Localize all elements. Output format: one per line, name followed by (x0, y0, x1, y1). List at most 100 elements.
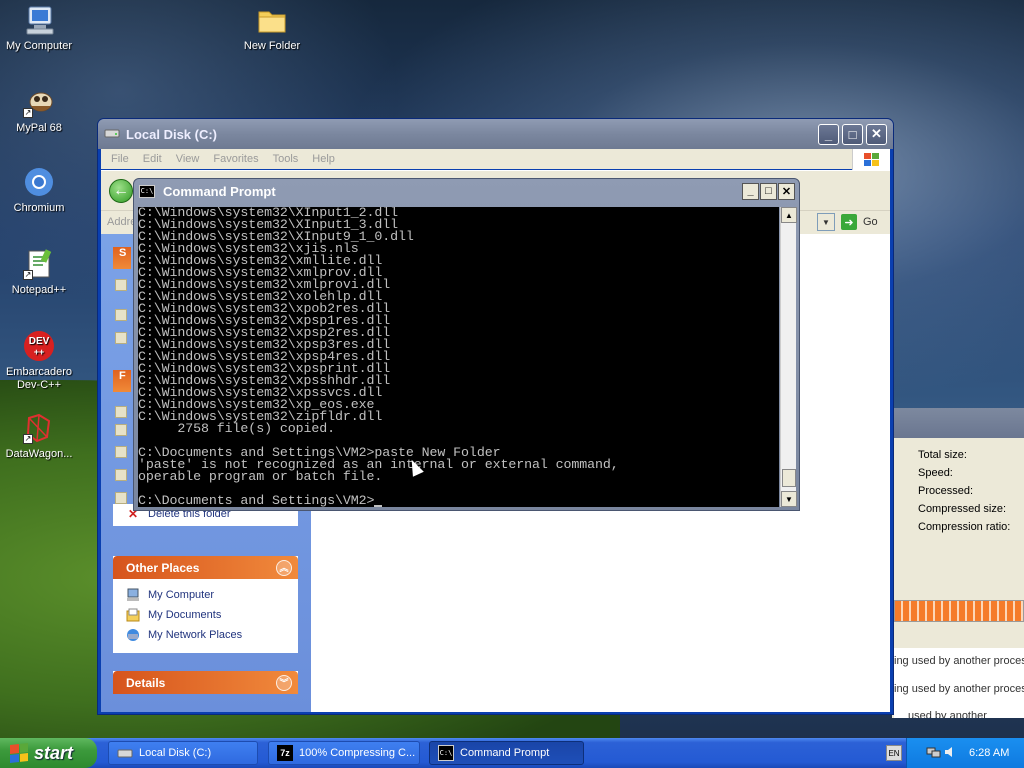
7zip-icon: 7z (277, 745, 293, 761)
task-icon (115, 424, 127, 436)
console-line: 2758 file(s) copied. (138, 421, 335, 436)
cmd-maximize-button[interactable]: □ (760, 182, 777, 200)
drive-icon (117, 745, 133, 761)
desktop-icon-devcpp[interactable]: DEV ++ Embarcadero Dev-C++ (0, 330, 80, 392)
desktop-icon-my-computer[interactable]: My Computer (0, 4, 80, 53)
menu-tools[interactable]: Tools (273, 153, 299, 165)
task-icon (115, 469, 127, 481)
panel-header-partial[interactable]: F (113, 370, 131, 392)
documents-folder-icon (125, 607, 141, 623)
details-panel: Details ︾ (113, 671, 298, 694)
computer-icon (23, 4, 55, 36)
language-indicator[interactable]: EN (886, 745, 902, 761)
task-icon (115, 309, 127, 321)
menu-file[interactable]: File (111, 153, 129, 165)
console-line: C:\Documents and Settings\VM2> (138, 494, 779, 507)
explorer-title: Local Disk (C:) (126, 126, 218, 142)
label-total-size: Total size: (918, 449, 967, 461)
menu-view[interactable]: View (176, 153, 200, 165)
other-places-header[interactable]: Other Places ︽ (113, 556, 298, 579)
label-compression-ratio: Compression ratio: (918, 521, 1011, 533)
svg-text:++: ++ (34, 347, 45, 357)
label-speed: Speed: (918, 467, 953, 479)
panel-header-partial[interactable]: S (113, 247, 131, 269)
task-icon (115, 279, 127, 291)
details-header[interactable]: Details ︾ (113, 671, 298, 694)
text-cursor (374, 505, 383, 507)
notepadpp-icon: ↗ (23, 248, 55, 280)
desktop-icon-mypal[interactable]: ↗ MyPal 68 (0, 86, 80, 135)
cmd-icon: C:\ (139, 184, 155, 198)
log-line: used by another (908, 710, 987, 718)
go-arrow-icon: ➜ (841, 214, 857, 230)
log-line: ing used by another process (894, 683, 1024, 695)
other-places-my-documents[interactable]: My Documents (125, 605, 286, 625)
log-line: ing used by another process (894, 655, 1024, 667)
back-button[interactable]: ← (109, 179, 133, 203)
desktop-icon-notepadpp[interactable]: ↗ Notepad++ (0, 248, 80, 297)
scroll-up-arrow-icon[interactable]: ▲ (781, 207, 797, 223)
task-icon (115, 406, 127, 418)
computer-icon (125, 587, 141, 603)
console-lines: C:\Windows\system32\XInput1_2.dll C:\Wind… (138, 207, 779, 507)
cmd-close-button[interactable]: ✕ (778, 182, 795, 200)
task-icon (115, 446, 127, 458)
taskbar: start Local Disk (C:) 7z 100% Compressin… (0, 738, 1024, 768)
other-places-my-computer[interactable]: My Computer (125, 585, 286, 605)
desktop-icon-chromium[interactable]: Chromium (0, 166, 80, 215)
cmd-minimize-button[interactable]: _ (742, 182, 759, 200)
scroll-down-arrow-icon[interactable]: ▼ (781, 491, 797, 507)
devcpp-icon: DEV ++ (23, 330, 55, 362)
maximize-button[interactable]: □ (842, 123, 863, 145)
taskbar-button-local-disk[interactable]: Local Disk (C:) (108, 741, 258, 765)
menu-favorites[interactable]: Favorites (213, 153, 258, 165)
cmd-icon: C:\ (438, 745, 454, 761)
clock[interactable]: 6:28 AM (969, 747, 1009, 759)
network-icon (125, 627, 141, 643)
task-icon (115, 332, 127, 344)
desktop-icon-datawagon[interactable]: ↗ DataWagon... (0, 412, 80, 461)
other-places-panel: Other Places ︽ My Computer My Documents (113, 556, 298, 653)
address-dropdown-button[interactable]: ▼ (817, 213, 835, 231)
start-button[interactable]: start (0, 738, 97, 768)
network-tray-icon[interactable] (925, 744, 941, 763)
console-line: operable program or batch file. (138, 469, 383, 484)
svg-text:DEV: DEV (29, 336, 50, 347)
compress-window-titlebar[interactable] (892, 408, 1024, 438)
command-prompt-titlebar[interactable]: C:\ Command Prompt _ □ ✕ (134, 179, 799, 203)
desktop-icon-new-folder[interactable]: New Folder (231, 4, 313, 53)
taskbar-button-command-prompt[interactable]: C:\ Command Prompt (429, 741, 584, 765)
drive-icon (104, 127, 120, 142)
go-button[interactable]: ➜ Go (841, 213, 887, 231)
minimize-button[interactable]: _ (818, 123, 839, 145)
explorer-titlebar[interactable]: Local Disk (C:) _ □ ✕ (98, 119, 893, 149)
menu-edit[interactable]: Edit (143, 153, 162, 165)
compress-log: ing used by another process ing used by … (894, 648, 1024, 718)
chevron-up-icon[interactable]: ︽ (276, 559, 292, 576)
close-button[interactable]: ✕ (866, 123, 887, 145)
label-processed: Processed: (918, 485, 974, 497)
compress-progress-bar (894, 600, 1024, 622)
explorer-menubar: File Edit View Favorites Tools Help (101, 149, 890, 171)
system-tray: 6:28 AM (906, 738, 1024, 768)
command-prompt-window[interactable]: C:\ Command Prompt _ □ ✕ C:\Windows\syst… (133, 178, 800, 511)
task-icon (115, 492, 127, 504)
console-output[interactable]: C:\Windows\system32\XInput1_2.dll C:\Wind… (138, 207, 779, 507)
folder-icon (256, 4, 288, 36)
compress-window[interactable]: Total size: Speed: Processed: Compressed… (892, 408, 1024, 718)
address-label: Addre (107, 216, 137, 228)
chromium-icon (23, 166, 55, 198)
windows-flag-icon (10, 743, 28, 763)
mypal-icon: ↗ (23, 86, 55, 118)
menu-help[interactable]: Help (312, 153, 335, 165)
console-scrollbar[interactable]: ▲ ▼ (780, 207, 797, 507)
datawagon-icon: ↗ (23, 412, 55, 444)
cmd-title: Command Prompt (163, 183, 276, 199)
windows-logo-icon (852, 149, 890, 171)
volume-tray-icon[interactable] (943, 744, 957, 763)
scroll-thumb[interactable] (782, 469, 796, 487)
other-places-my-network-places[interactable]: My Network Places (125, 625, 286, 645)
chevron-down-icon[interactable]: ︾ (276, 674, 292, 691)
label-compressed-size: Compressed size: (918, 503, 1007, 515)
taskbar-button-compressing[interactable]: 7z 100% Compressing C... (268, 741, 420, 765)
